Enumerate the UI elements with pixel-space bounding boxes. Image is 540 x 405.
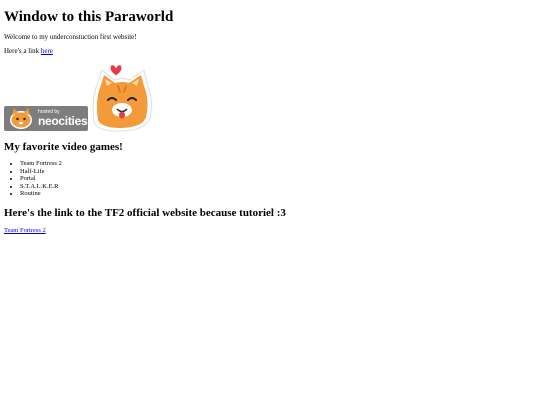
list-item: Routine xyxy=(20,190,62,198)
games-list: Team Fortress 2 Half-Life Portal S.T.A.L… xyxy=(8,160,62,198)
tf2-heading: Here's the link to the TF2 official webs… xyxy=(4,207,286,219)
welcome-text: Welcome to my underconstuction first web… xyxy=(4,33,137,41)
list-item: S.T.A.L.K.E.R xyxy=(20,183,62,191)
page-title: Window to this Paraworld xyxy=(4,9,174,25)
tf2-link-line: Team Fortress 2 xyxy=(4,227,46,234)
neocities-badge[interactable]: hosted by neocities xyxy=(4,106,88,131)
list-item: Portal xyxy=(20,175,62,183)
link-line: Here's a link here xyxy=(4,47,53,55)
games-heading: My favorite video games! xyxy=(4,141,123,153)
cat-sticker-icon xyxy=(92,64,152,132)
here-link[interactable]: here xyxy=(41,47,53,55)
list-item: Half-Life xyxy=(20,168,62,176)
badge-cat-icon xyxy=(10,108,32,129)
link-prefix: Here's a link xyxy=(4,47,41,55)
list-item: Team Fortress 2 xyxy=(20,160,62,168)
badge-brand: neocities xyxy=(38,114,88,128)
tf2-link[interactable]: Team Fortress 2 xyxy=(4,227,46,234)
